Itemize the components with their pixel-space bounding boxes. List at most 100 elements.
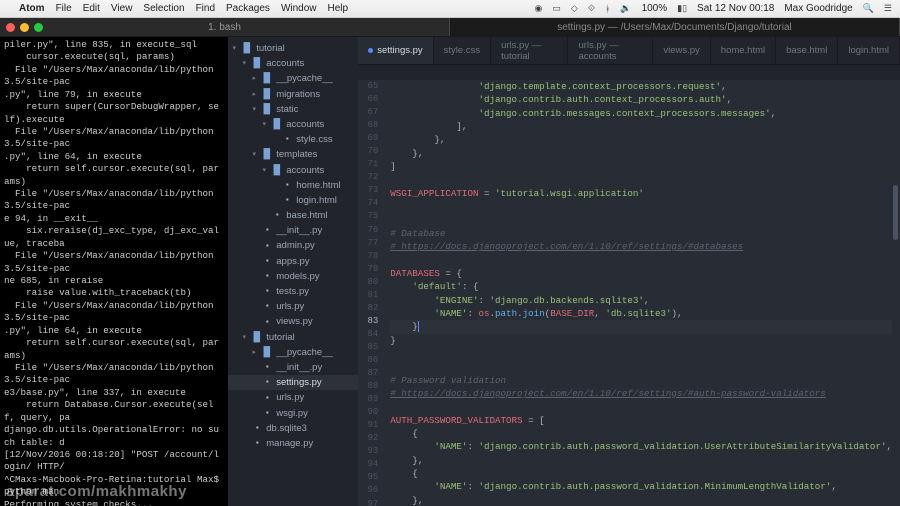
- line-number: 77: [358, 237, 378, 250]
- modified-indicator-icon: [368, 48, 373, 53]
- menu-window[interactable]: Window: [281, 3, 317, 14]
- tree-folder[interactable]: ▾▉templates: [228, 147, 358, 162]
- editor-tab[interactable]: home.html: [711, 37, 776, 64]
- line-number: 79: [358, 263, 378, 276]
- file-icon: ▪: [272, 209, 282, 222]
- editor-tab[interactable]: urls.py — accounts: [568, 37, 653, 64]
- terminal-line: File "/Users/Max/anaconda/lib/python3.5/…: [4, 126, 224, 151]
- editor-tab-bar: settings.pystyle.cssurls.py — tutorialur…: [358, 37, 900, 65]
- window-tab-label: 1. bash: [208, 22, 241, 33]
- tree-folder[interactable]: ▾▉static: [228, 102, 358, 117]
- menu-edit[interactable]: Edit: [83, 3, 100, 14]
- tree-file[interactable]: ▪tests.py: [228, 284, 358, 299]
- tree-file[interactable]: ▪__init__.py: [228, 223, 358, 238]
- tree-file[interactable]: ▪style.css: [228, 132, 358, 147]
- menu-selection[interactable]: Selection: [143, 3, 184, 14]
- speaker-icon[interactable]: 🔉: [620, 3, 631, 14]
- minimize-window-icon[interactable]: [20, 23, 29, 32]
- code-line: DATABASES = {: [390, 267, 892, 280]
- code-editor[interactable]: 6566676869707172737475767778798081828384…: [358, 80, 900, 506]
- menu-find[interactable]: Find: [196, 3, 215, 14]
- tree-item-label: style.css: [296, 132, 332, 147]
- editor-tab[interactable]: login.html: [838, 37, 900, 64]
- line-number: 90: [358, 406, 378, 419]
- tree-file[interactable]: ▪manage.py: [228, 436, 358, 451]
- chevron-down-icon[interactable]: ▾: [250, 104, 258, 115]
- menu-view[interactable]: View: [111, 3, 133, 14]
- file-icon: ▪: [262, 224, 272, 237]
- scrollbar[interactable]: [892, 80, 900, 506]
- code-body[interactable]: 'django.template.context_processors.requ…: [386, 80, 892, 506]
- chevron-down-icon[interactable]: ▾: [260, 165, 268, 176]
- tree-file[interactable]: ▪views.py: [228, 314, 358, 329]
- tree-file[interactable]: ▪home.html: [228, 178, 358, 193]
- chevron-right-icon[interactable]: ▸: [250, 347, 258, 358]
- file-tree[interactable]: ▾▉tutorial▾▉accounts▸▉__pycache__▸▉migra…: [228, 37, 358, 506]
- wifi-icon[interactable]: ⟐: [588, 3, 595, 14]
- battery-icon[interactable]: ▮▯: [677, 3, 687, 14]
- chevron-right-icon[interactable]: ▸: [250, 73, 258, 84]
- tree-file[interactable]: ▪urls.py: [228, 390, 358, 405]
- tree-folder[interactable]: ▾▉accounts: [228, 56, 358, 71]
- chevron-down-icon[interactable]: ▾: [250, 149, 258, 160]
- scroll-thumb[interactable]: [893, 185, 898, 240]
- editor-tab[interactable]: style.css: [434, 37, 491, 64]
- tree-file[interactable]: ▪admin.py: [228, 238, 358, 253]
- display-icon[interactable]: ▭: [552, 3, 561, 14]
- close-window-icon[interactable]: [6, 23, 15, 32]
- editor-tab[interactable]: base.html: [776, 37, 838, 64]
- terminal-line: .py", line 79, in execute: [4, 89, 224, 101]
- file-icon: ▪: [252, 422, 262, 435]
- code-line: # Password validation: [390, 374, 892, 387]
- tree-file[interactable]: ▪urls.py: [228, 299, 358, 314]
- spotlight-icon[interactable]: 🔍: [863, 3, 874, 14]
- bluetooth-icon[interactable]: ᚼ: [605, 4, 610, 14]
- terminal-line: django.db.utils.OperationalError: no suc…: [4, 424, 224, 449]
- tree-file[interactable]: ▪models.py: [228, 269, 358, 284]
- chevron-down-icon[interactable]: ▾: [230, 43, 238, 54]
- tree-file[interactable]: ▪settings.py: [228, 375, 358, 390]
- menu-help[interactable]: Help: [328, 3, 349, 14]
- terminal-line: File "/Users/Max/anaconda/lib/python3.5/…: [4, 300, 224, 325]
- line-number: 81: [358, 289, 378, 302]
- tree-file[interactable]: ▪login.html: [228, 193, 358, 208]
- tree-file[interactable]: ▪__init__.py: [228, 360, 358, 375]
- tree-folder[interactable]: ▾▉accounts: [228, 163, 358, 178]
- window-tab-terminal[interactable]: 1. bash: [0, 18, 450, 36]
- tree-item-label: tutorial: [256, 41, 285, 56]
- dropbox-icon[interactable]: ◇: [571, 3, 578, 14]
- chevron-down-icon[interactable]: ▾: [240, 58, 248, 69]
- tree-folder[interactable]: ▾▉tutorial: [228, 41, 358, 56]
- tree-folder[interactable]: ▸▉__pycache__: [228, 345, 358, 360]
- tree-folder[interactable]: ▾▉accounts: [228, 117, 358, 132]
- code-line: 'django.contrib.auth.context_processors.…: [390, 93, 892, 106]
- chevron-down-icon[interactable]: ▾: [260, 119, 268, 130]
- maximize-window-icon[interactable]: [34, 23, 43, 32]
- chevron-down-icon[interactable]: ▾: [240, 332, 248, 343]
- menu-packages[interactable]: Packages: [226, 3, 270, 14]
- tree-folder[interactable]: ▾▉tutorial: [228, 330, 358, 345]
- tree-file[interactable]: ▪db.sqlite3: [228, 421, 358, 436]
- tree-folder[interactable]: ▸▉__pycache__: [228, 71, 358, 86]
- editor-tab[interactable]: views.py: [653, 37, 710, 64]
- tree-file[interactable]: ▪wsgi.py: [228, 406, 358, 421]
- notifications-icon[interactable]: ☰: [884, 3, 892, 14]
- tree-item-label: views.py: [276, 314, 312, 329]
- screencast-icon[interactable]: ◉: [535, 3, 543, 14]
- tree-folder[interactable]: ▸▉migrations: [228, 87, 358, 102]
- window-tab-label: settings.py — /Users/Max/Documents/Djang…: [557, 22, 792, 33]
- tree-file[interactable]: ▪apps.py: [228, 254, 358, 269]
- tree-item-label: admin.py: [276, 238, 315, 253]
- user-name[interactable]: Max Goodridge: [784, 3, 852, 14]
- window-tab-atom[interactable]: settings.py — /Users/Max/Documents/Djang…: [450, 18, 900, 36]
- code-line: }: [390, 320, 892, 333]
- editor-tab[interactable]: urls.py — tutorial: [491, 37, 568, 64]
- tree-file[interactable]: ▪base.html: [228, 208, 358, 223]
- editor-tab[interactable]: settings.py: [358, 37, 433, 64]
- folder-icon: ▉: [262, 87, 272, 102]
- terminal[interactable]: piler.py", line 835, in execute_sql curs…: [0, 37, 228, 506]
- menu-file[interactable]: File: [56, 3, 72, 14]
- chevron-right-icon[interactable]: ▸: [250, 89, 258, 100]
- app-menu[interactable]: Atom: [19, 3, 45, 14]
- clock[interactable]: Sat 12 Nov 00:18: [697, 3, 774, 14]
